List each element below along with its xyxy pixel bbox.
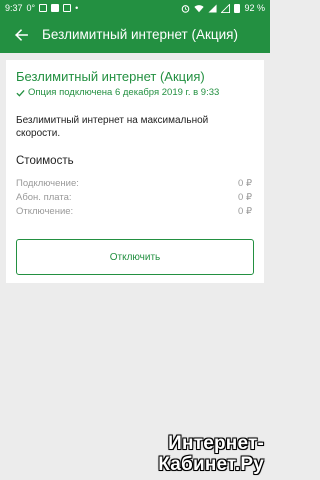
- price-list: Подключение: 0 ₽ Абон. плата: 0 ₽ Отключ…: [16, 177, 254, 219]
- app-bar: Безлимитный интернет (Акция): [0, 16, 270, 53]
- status-right: 92 %: [181, 3, 265, 13]
- option-card: Безлимитный интернет (Акция) Опция подкл…: [6, 60, 264, 283]
- option-status-text: Опция подключена 6 декабря 2019 г. в 9:3…: [28, 87, 220, 98]
- price-row-disconnection: Отключение: 0 ₽: [16, 205, 254, 219]
- more-notifications-icon: •: [75, 3, 79, 13]
- price-label: Абон. плата:: [16, 192, 72, 203]
- option-title: Безлимитный интернет (Акция): [16, 69, 205, 84]
- status-left: 9:37 0° •: [5, 3, 78, 13]
- signal-2-icon: [221, 3, 231, 13]
- clock: 9:37: [5, 3, 23, 13]
- arrow-back-icon: [15, 28, 28, 41]
- battery-icon: [234, 3, 241, 13]
- page-title: Безлимитный интернет (Акция): [42, 27, 238, 42]
- disconnect-button[interactable]: Отключить: [16, 239, 254, 275]
- price-row-subscription: Абон. плата: 0 ₽: [16, 191, 254, 205]
- app-notification-icon: [51, 4, 60, 12]
- price-value: 0 ₽: [238, 206, 252, 217]
- back-button[interactable]: [12, 26, 30, 44]
- price-value: 0 ₽: [238, 178, 252, 189]
- status-extra: 0°: [26, 3, 36, 13]
- price-label: Подключение:: [16, 178, 79, 189]
- battery-percent: 92 %: [244, 3, 265, 13]
- watermark: Интернет- Кабинет.Ру: [158, 433, 264, 475]
- watermark-line-2: Кабинет.Ру: [158, 454, 264, 475]
- checkmark-icon: [16, 89, 25, 97]
- price-row-connection: Подключение: 0 ₽: [16, 177, 254, 191]
- watermark-line-1: Интернет-: [168, 433, 264, 454]
- price-label: Отключение:: [16, 206, 74, 217]
- alarm-icon: [182, 4, 190, 13]
- signal-icon: [208, 3, 218, 13]
- option-status: Опция подключена 6 декабря 2019 г. в 9:3…: [16, 87, 254, 98]
- wifi-icon: [194, 4, 205, 12]
- notification-icon: [39, 4, 48, 12]
- message-icon: [63, 4, 72, 12]
- status-bar: 9:37 0° • 92 %: [0, 0, 270, 16]
- price-value: 0 ₽: [238, 192, 252, 203]
- cost-heading: Стоимость: [16, 155, 74, 167]
- option-description: Безлимитный интернет на максимальной ско…: [16, 115, 209, 139]
